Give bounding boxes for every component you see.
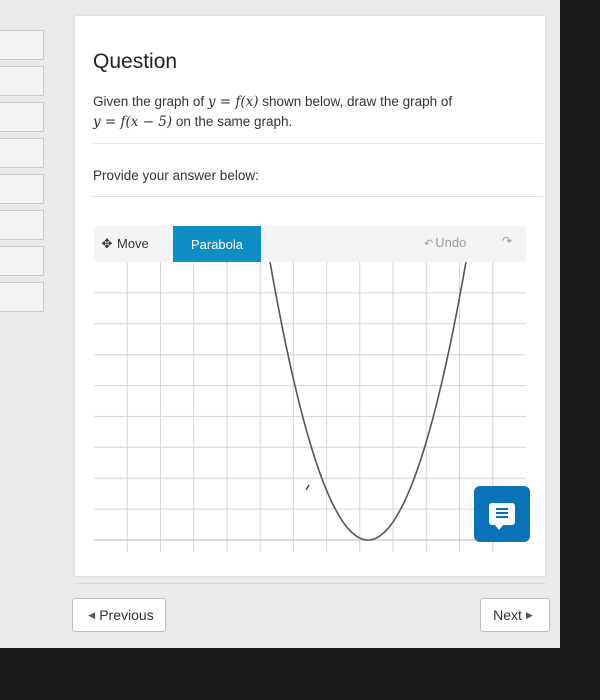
redo-arrow-icon: ↷ [502,234,513,248]
chevron-right-icon: ▶ [525,609,533,620]
feedback-button[interactable] [474,486,530,542]
answer-prompt: Provide your answer below: [93,168,259,183]
sidebar-tab[interactable] [0,174,44,204]
graph-toolbar: ✥ Move Parabola ↶ Undo ↷ [94,226,526,263]
sidebar-tab[interactable] [0,210,44,240]
undo-button[interactable]: ↶ Undo [424,235,466,250]
move-tool-label: Move [117,236,149,251]
card-bottom-divider [75,583,545,584]
sidebar-tab[interactable] [0,138,44,168]
app-screen: Question Given the graph of y = f(x) sho… [0,0,560,648]
previous-button[interactable]: ◀ Previous [72,598,166,632]
math-expression: y = f(x) [207,94,259,110]
previous-label: Previous [99,607,154,623]
chevron-left-icon: ◀ [88,609,96,620]
move-tool-button[interactable]: ✥ Move [100,236,149,252]
sidebar-tab[interactable] [0,30,44,60]
question-text-part: shown below, draw the graph of [258,94,453,109]
undo-arrow-icon: ↶ [424,238,434,250]
sidebar-tab[interactable] [0,66,44,96]
next-label: Next [493,607,522,623]
question-text-part: on the same graph. [172,114,293,129]
divider [93,143,543,144]
question-text: Given the graph of y = f(x) shown below,… [93,92,523,132]
undo-label: Undo [435,235,467,250]
redo-button[interactable]: ↷ [502,234,512,248]
sidebar-tab[interactable] [0,246,44,276]
sidebar-tab[interactable] [0,282,44,312]
graph-canvas[interactable] [94,262,526,552]
next-button[interactable]: Next ▶ [480,598,550,632]
chat-bubble-icon [489,503,515,530]
sidebar-tab[interactable] [0,102,44,132]
question-title: Question [93,50,178,73]
question-text-part: Given the graph of [93,94,208,109]
divider [93,196,543,197]
math-expression: y = f(x − 5) [93,114,173,130]
move-arrows-icon: ✥ [101,236,113,251]
parabola-tool-button[interactable]: Parabola [173,226,261,262]
graph-background [94,262,526,552]
